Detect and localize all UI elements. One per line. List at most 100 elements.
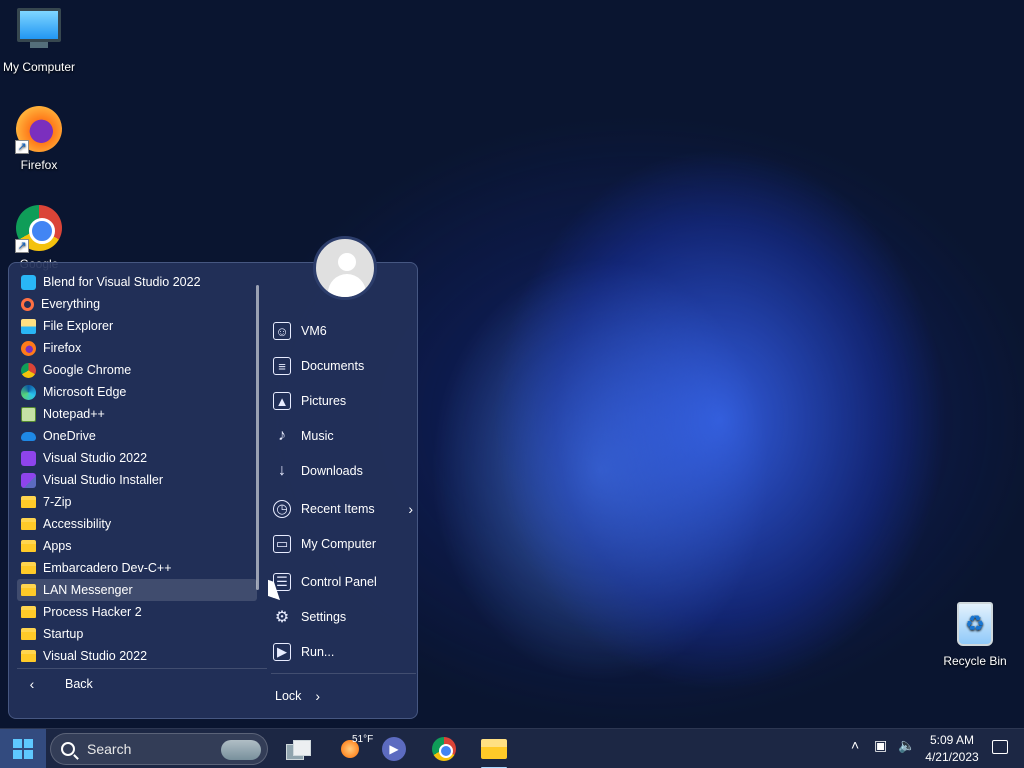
clock-icon: ◷: [273, 500, 291, 518]
folder-icon: [21, 540, 36, 552]
desktop-icon-recycle-bin[interactable]: ♻ Recycle Bin: [934, 602, 1016, 668]
clock-time: 5:09 AM: [929, 733, 975, 747]
folder-icon: [21, 650, 36, 662]
chrome-icon: ↗: [15, 205, 63, 253]
app-item-label: File Explorer: [43, 319, 114, 333]
app-item-everything[interactable]: Everything: [17, 293, 257, 315]
app-item-visual-studio-installer[interactable]: Visual Studio Installer: [17, 469, 257, 491]
desktop-icon-my-computer[interactable]: My Computer: [0, 8, 80, 74]
user-avatar[interactable]: [313, 236, 377, 300]
app-item-label: Visual Studio 2022: [43, 649, 148, 663]
app-item-label: Visual Studio 2022: [43, 451, 148, 465]
start-button[interactable]: [0, 729, 46, 768]
network-icon[interactable]: ▣: [874, 737, 887, 754]
desktop-icon-firefox[interactable]: ↗ Firefox: [0, 106, 80, 172]
folder-item-7-zip[interactable]: 7-Zip: [17, 491, 257, 513]
app-item-label: OneDrive: [43, 429, 96, 443]
teams-icon: ▶: [382, 737, 406, 761]
folder-item-startup[interactable]: Startup: [17, 623, 257, 645]
app-item-label: LAN Messenger: [43, 583, 133, 597]
place-label: My Computer: [301, 537, 377, 551]
desktop-icon-label: Firefox: [20, 158, 58, 172]
search-icon: [61, 742, 75, 756]
app-item-firefox[interactable]: Firefox: [17, 337, 257, 359]
weather-widget[interactable]: 51°F: [330, 733, 374, 765]
app-item-label: Apps: [43, 539, 72, 553]
gear-icon: ⚙: [274, 609, 290, 626]
notification-icon[interactable]: [992, 740, 1008, 754]
app-item-microsoft-edge[interactable]: Microsoft Edge: [17, 381, 257, 403]
volume-icon[interactable]: 🔈: [898, 737, 915, 754]
place-label: Settings: [301, 610, 347, 624]
app-item-file-explorer[interactable]: File Explorer: [17, 315, 257, 337]
divider: [271, 673, 416, 674]
notepad-plus-plus-icon: [21, 406, 36, 422]
place-vm6[interactable]: ☺ VM6: [273, 319, 413, 343]
taskbar-search[interactable]: Search: [50, 733, 268, 765]
shortcut-arrow-icon: ↗: [15, 239, 29, 253]
place-label: Recent Items: [301, 502, 375, 516]
chevron-left-icon: ‹: [29, 676, 35, 692]
desktop-icon-label: Recycle Bin: [943, 654, 1007, 668]
folder-icon: [21, 496, 36, 508]
app-item-label: 7-Zip: [43, 495, 72, 509]
app-list-scrollbar[interactable]: [256, 285, 259, 590]
place-downloads[interactable]: ↓ Downloads: [273, 459, 413, 483]
place-control-panel[interactable]: ☰ Control Panel: [273, 570, 413, 594]
visual-studio-icon: [21, 450, 36, 466]
app-item-google-chrome[interactable]: Google Chrome: [17, 359, 257, 381]
search-highlight-icon: [221, 740, 261, 760]
app-item-notepad-plus-plus[interactable]: Notepad++: [17, 403, 257, 425]
folder-icon: [21, 628, 36, 640]
visual-studio-installer-icon: [21, 472, 36, 488]
folder-item-process-hacker-2[interactable]: Process Hacker 2: [17, 601, 257, 623]
place-music[interactable]: ♪ Music: [273, 424, 413, 448]
lock-label: Lock: [275, 689, 302, 703]
place-label: Downloads: [301, 464, 363, 478]
app-item-onedrive[interactable]: OneDrive: [17, 425, 257, 447]
app-item-label: Visual Studio Installer: [43, 473, 163, 487]
folder-item-lan-messenger[interactable]: LAN Messenger: [17, 579, 257, 601]
app-item-visual-studio-2022[interactable]: Visual Studio 2022: [17, 447, 257, 469]
music-icon: ♪: [278, 427, 286, 444]
windows-logo-icon: [13, 739, 33, 759]
folder-item-accessibility[interactable]: Accessibility: [17, 513, 257, 535]
teams-button[interactable]: ▶: [376, 733, 412, 765]
document-icon: ≡: [273, 357, 291, 375]
place-label: VM6: [301, 324, 327, 338]
task-view-button[interactable]: [280, 733, 316, 765]
back-label: Back: [65, 677, 93, 691]
weather-temperature: 51°F: [352, 734, 374, 745]
place-label: Documents: [301, 359, 365, 373]
edge-icon: [21, 384, 36, 400]
firefox-icon: ↗: [15, 106, 63, 154]
app-item-label: Accessibility: [43, 517, 112, 531]
taskbar-clock[interactable]: 5:09 AM 4/21/2023: [920, 732, 984, 766]
recycle-bin-icon: ♻: [951, 602, 999, 650]
lock-button[interactable]: Lock ›: [271, 686, 361, 706]
picture-icon: ▲: [273, 392, 291, 410]
back-button[interactable]: ‹ Back: [19, 673, 259, 695]
app-item-blend[interactable]: Blend for Visual Studio 2022: [17, 271, 257, 293]
place-label: Control Panel: [301, 575, 377, 589]
place-settings[interactable]: ⚙ Settings: [273, 605, 413, 629]
task-view-icon: [286, 740, 311, 760]
file-explorer-taskbar-button[interactable]: [476, 733, 512, 765]
place-label: Run...: [301, 645, 335, 659]
chrome-icon: [21, 362, 36, 378]
place-run[interactable]: ▶ Run...: [273, 640, 413, 664]
chrome-taskbar-button[interactable]: [426, 733, 462, 765]
chrome-icon: [432, 737, 456, 761]
show-hidden-icons-button[interactable]: ˄: [851, 737, 859, 753]
place-documents[interactable]: ≡ Documents: [273, 354, 413, 378]
app-item-label: Everything: [41, 297, 101, 311]
place-my-computer[interactable]: ▭ My Computer: [273, 532, 413, 556]
clock-date: 4/21/2023: [925, 750, 979, 764]
folder-item-apps[interactable]: Apps: [17, 535, 257, 557]
folder-icon: [21, 584, 36, 596]
divider: [17, 668, 267, 669]
place-pictures[interactable]: ▲ Pictures: [273, 389, 413, 413]
place-recent-items[interactable]: ◷ Recent Items ›: [273, 497, 413, 521]
folder-item-embarcadero-dev-cpp[interactable]: Embarcadero Dev-C++: [17, 557, 257, 579]
folder-item-visual-studio-2022[interactable]: Visual Studio 2022: [17, 645, 257, 667]
